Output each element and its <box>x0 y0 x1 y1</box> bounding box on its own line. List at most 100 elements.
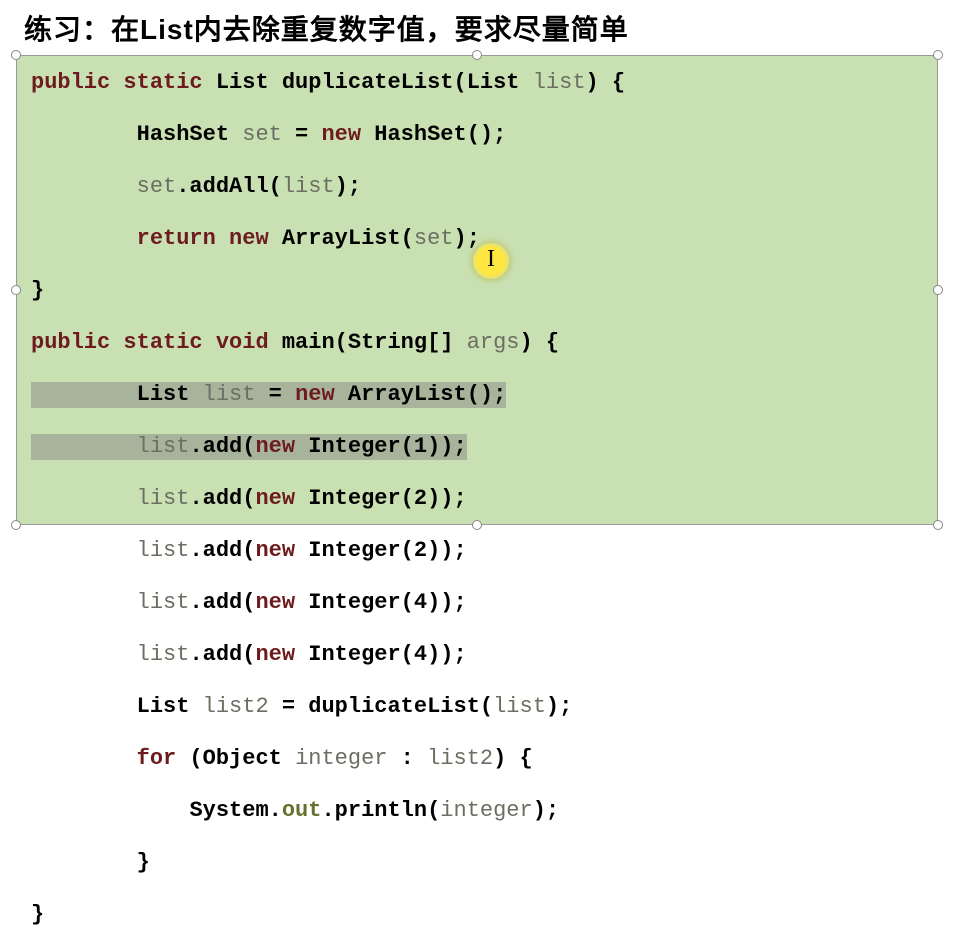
resize-handle[interactable] <box>933 50 943 60</box>
indent <box>31 798 189 823</box>
field-out: out <box>282 798 322 823</box>
kw-static: static <box>123 70 202 95</box>
var-integer: integer <box>295 746 387 771</box>
param-args: args <box>467 330 520 355</box>
indent <box>31 642 137 667</box>
kw-return: return <box>137 226 216 251</box>
dot: . <box>321 798 334 823</box>
indent <box>31 434 137 459</box>
var-set: set <box>242 122 282 147</box>
obj-list: list <box>137 642 190 667</box>
obj-list: list <box>137 486 190 511</box>
kw-new: new <box>255 590 295 615</box>
ctor-integer: Integer( <box>295 642 414 667</box>
eq: = <box>255 382 295 407</box>
eq: = <box>269 694 309 719</box>
num-2: 2 <box>414 486 427 511</box>
code-pre: public static List duplicateList ( List li… <box>31 70 927 928</box>
kw-new: new <box>255 642 295 667</box>
end: )); <box>427 642 467 667</box>
end: )); <box>427 590 467 615</box>
kw-new: new <box>229 226 269 251</box>
kw-public: public <box>31 70 110 95</box>
resize-handle[interactable] <box>472 520 482 530</box>
resize-handle[interactable] <box>11 520 21 530</box>
type-string-arr: String[] <box>348 330 454 355</box>
ctor-arraylist: ArrayList(); <box>335 382 507 407</box>
type-object: Object <box>203 746 282 771</box>
arg-list: list <box>493 694 546 719</box>
end: ); <box>546 694 572 719</box>
kw-new: new <box>255 486 295 511</box>
num-1: 1 <box>414 434 427 459</box>
ctor-integer: Integer( <box>295 434 414 459</box>
sp <box>216 226 229 251</box>
method-println: println( <box>335 798 441 823</box>
param: list <box>533 70 586 95</box>
kw-new: new <box>255 434 295 459</box>
method-name: duplicateList <box>282 70 454 95</box>
type-list: List <box>137 694 190 719</box>
call-add: .add( <box>189 590 255 615</box>
indent <box>31 538 137 563</box>
arg-list: list <box>282 174 335 199</box>
kw-new: new <box>295 382 335 407</box>
arg-set: set <box>414 226 454 251</box>
indent <box>31 174 137 199</box>
call-add: .add( <box>189 434 255 459</box>
call-addall: .addAll( <box>176 174 282 199</box>
ctor-hashset: HashSet(); <box>361 122 506 147</box>
brace-close: } <box>137 850 150 875</box>
brace-close: } <box>31 278 44 303</box>
indent <box>31 694 137 719</box>
num-2: 2 <box>414 538 427 563</box>
end: )); <box>427 486 467 511</box>
type-hashset: HashSet <box>137 122 229 147</box>
resize-handle[interactable] <box>472 50 482 60</box>
obj-list: list <box>137 590 190 615</box>
ctor-arraylist: ArrayList( <box>269 226 414 251</box>
end: ); <box>335 174 361 199</box>
paren-brace: ) { <box>586 70 626 95</box>
resize-handle[interactable] <box>933 285 943 295</box>
code-content[interactable]: public static List duplicateList ( List li… <box>16 55 938 525</box>
var-list: list <box>203 382 256 407</box>
resize-handle[interactable] <box>933 520 943 530</box>
kw-static: static <box>123 330 202 355</box>
cls-system: System <box>189 798 268 823</box>
resize-handle[interactable] <box>11 285 21 295</box>
end: ); <box>454 226 480 251</box>
end: )); <box>427 538 467 563</box>
eq: = <box>282 122 322 147</box>
indent <box>31 382 137 407</box>
num-4: 4 <box>414 590 427 615</box>
ctor-integer: Integer( <box>295 590 414 615</box>
brace-close: } <box>31 902 44 927</box>
indent <box>31 746 137 771</box>
arg-integer: integer <box>440 798 532 823</box>
kw-new: new <box>255 538 295 563</box>
coll-list2: list2 <box>427 746 493 771</box>
indent <box>31 122 137 147</box>
obj-list: list <box>137 434 190 459</box>
dot: . <box>269 798 282 823</box>
paren-brace: ) { <box>493 746 533 771</box>
type-list: List <box>216 70 269 95</box>
kw-new: new <box>321 122 361 147</box>
exercise-title: 练习：在List内去除重复数字值，要求尽量简单 <box>0 0 954 54</box>
indent <box>31 590 137 615</box>
ctor-integer: Integer( <box>295 486 414 511</box>
end: )); <box>427 434 467 459</box>
kw-void: void <box>216 330 269 355</box>
colon: : <box>387 746 427 771</box>
type-list: List <box>137 382 190 407</box>
indent <box>31 226 137 251</box>
method-main: main <box>282 330 335 355</box>
kw-for: for <box>137 746 177 771</box>
paren-brace: ) { <box>520 330 560 355</box>
call-add: .add( <box>189 486 255 511</box>
ctor-integer: Integer( <box>295 538 414 563</box>
paren: ( <box>335 330 348 355</box>
resize-handle[interactable] <box>11 50 21 60</box>
var-list2: list2 <box>203 694 269 719</box>
